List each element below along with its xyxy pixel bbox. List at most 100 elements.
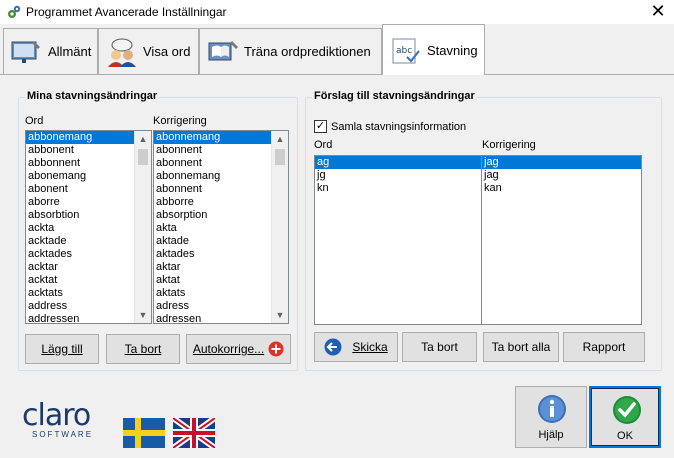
scroll-up-icon[interactable]: ▲: [135, 131, 151, 147]
list-item[interactable]: abonnemang: [154, 170, 288, 183]
list-item[interactable]: abonnent: [154, 157, 288, 170]
words-scrollbar[interactable]: ▲ ▼: [134, 131, 151, 323]
tab-allmant[interactable]: Allmänt: [3, 28, 98, 74]
list-item[interactable]: aktades: [154, 248, 288, 261]
list-item[interactable]: abonnent: [154, 183, 288, 196]
tab-visa-ord[interactable]: Visa ord: [98, 28, 199, 74]
corrections-listbox[interactable]: abonnemang abonnent abonnent abonnemang abon…: [153, 130, 289, 324]
tab-trana-ordprediktionen[interactable]: Träna ordprediktionen: [199, 28, 382, 74]
list-item[interactable]: acktades: [26, 248, 151, 261]
checkbox-label: Samla stavningsinformation: [331, 121, 467, 133]
autocorrect-button-label: Autokorrige...: [192, 342, 265, 356]
autocorrect-button[interactable]: Autokorrige...: [186, 334, 291, 364]
tab-label: Visa ord: [143, 44, 191, 59]
list-item[interactable]: jag: [482, 156, 641, 169]
remove-suggestion-button[interactable]: Ta bort: [402, 332, 477, 362]
help-button[interactable]: Hjälp: [515, 386, 587, 448]
suggestion-corrections-listbox[interactable]: jag jag kan: [481, 155, 642, 325]
list-item[interactable]: abbonnent: [26, 157, 151, 170]
list-item[interactable]: acktar: [26, 261, 151, 274]
add-circle-icon: [268, 341, 284, 357]
close-button[interactable]: ✕: [642, 0, 674, 24]
check-icon: [613, 396, 641, 424]
scroll-thumb[interactable]: [275, 149, 285, 165]
arrow-left-icon: [324, 338, 342, 356]
list-item[interactable]: abbonemang: [26, 131, 151, 144]
report-button[interactable]: Rapport: [563, 332, 645, 362]
scroll-down-icon[interactable]: ▼: [135, 307, 151, 323]
column-label-correction: Korrigering: [482, 139, 536, 151]
group-title: Mina stavningsändringar: [25, 90, 160, 102]
spelling-suggestions-group: Förslag till stavningsändringar ✓ Samla …: [305, 90, 662, 371]
report-button-label: Rapport: [582, 340, 626, 354]
list-item[interactable]: ackta: [26, 222, 151, 235]
list-item[interactable]: aktats: [154, 287, 288, 300]
swedish-flag-icon[interactable]: [123, 418, 165, 448]
list-item[interactable]: absorbtion: [26, 209, 151, 222]
help-label: Hjälp: [538, 429, 564, 441]
column-label-correction: Korrigering: [153, 115, 207, 127]
svg-text:abc: abc: [396, 46, 412, 56]
title-bar: Programmet Avancerade Inställningar ✕: [0, 0, 674, 24]
training-book-icon: [208, 40, 238, 60]
remove-button[interactable]: Ta bort: [106, 334, 180, 364]
list-item[interactable]: ag: [315, 156, 481, 169]
scroll-thumb[interactable]: [138, 149, 148, 165]
add-button-label: Lägg till: [41, 342, 83, 356]
send-button-label: Skicka: [352, 340, 388, 354]
list-item[interactable]: addressen: [26, 313, 151, 323]
list-item[interactable]: acktats: [26, 287, 151, 300]
window-title: Programmet Avancerade Inställningar: [26, 5, 227, 19]
abc-spelling-icon: abc: [392, 38, 420, 64]
list-item[interactable]: adress: [154, 300, 288, 313]
scroll-down-icon[interactable]: ▼: [272, 307, 288, 323]
suggestion-words-listbox[interactable]: ag jg kn: [314, 155, 482, 325]
column-label-word: Ord: [314, 139, 333, 151]
uk-flag-icon[interactable]: [173, 418, 215, 448]
tab-content-stavning: Mina stavningsändringar Ord Korrigering …: [0, 74, 674, 458]
list-item[interactable]: aktade: [154, 235, 288, 248]
people-speech-icon: [108, 38, 136, 67]
list-item[interactable]: acktade: [26, 235, 151, 248]
corrections-scrollbar[interactable]: ▲ ▼: [271, 131, 288, 323]
list-item[interactable]: abborre: [154, 196, 288, 209]
words-listbox[interactable]: abbonemang abbonent abbonnent abonemang abon…: [25, 130, 152, 324]
list-item[interactable]: abonent: [26, 183, 151, 196]
group-title: Förslag till stavningsändringar: [312, 90, 477, 102]
collect-spelling-checkbox[interactable]: ✓: [314, 120, 327, 133]
scroll-up-icon[interactable]: ▲: [272, 131, 288, 147]
list-item[interactable]: adressen: [154, 313, 288, 323]
list-item[interactable]: akta: [154, 222, 288, 235]
remove-all-button[interactable]: Ta bort alla: [483, 332, 559, 362]
tab-label: Allmänt: [48, 44, 92, 59]
list-item[interactable]: kan: [482, 182, 641, 195]
list-item[interactable]: jg: [315, 169, 481, 182]
list-item[interactable]: jag: [482, 169, 641, 182]
tab-bar: Allmänt Visa ord Träna ordprediktionen a…: [0, 24, 674, 75]
gear-icon: [8, 5, 21, 18]
remove-all-label: Ta bort alla: [491, 340, 551, 354]
remove-button-label: Ta bort: [124, 342, 162, 356]
list-item[interactable]: address: [26, 300, 151, 313]
list-item[interactable]: abonnent: [154, 144, 288, 157]
list-item[interactable]: abbonent: [26, 144, 151, 157]
tab-stavning[interactable]: abc Stavning: [382, 24, 485, 75]
send-button[interactable]: Skicka: [314, 332, 398, 362]
list-item[interactable]: aborre: [26, 196, 151, 209]
tab-label: Träna ordprediktionen: [244, 44, 371, 59]
settings-monitor-icon: [11, 40, 40, 63]
list-item[interactable]: abonemang: [26, 170, 151, 183]
list-item[interactable]: aktat: [154, 274, 288, 287]
list-item[interactable]: aktar: [154, 261, 288, 274]
ok-button[interactable]: OK: [589, 386, 661, 448]
list-item[interactable]: abonnemang: [154, 131, 288, 144]
remove-suggestion-label: Ta bort: [421, 340, 458, 354]
claro-logo-text: claro: [22, 398, 91, 433]
list-item[interactable]: kn: [315, 182, 481, 195]
list-item[interactable]: acktat: [26, 274, 151, 287]
ok-label: OK: [617, 430, 633, 442]
claro-logo: claro SOFTWARE: [22, 398, 93, 440]
list-item[interactable]: absorption: [154, 209, 288, 222]
tab-label: Stavning: [427, 42, 478, 58]
add-button[interactable]: Lägg till: [25, 334, 99, 364]
